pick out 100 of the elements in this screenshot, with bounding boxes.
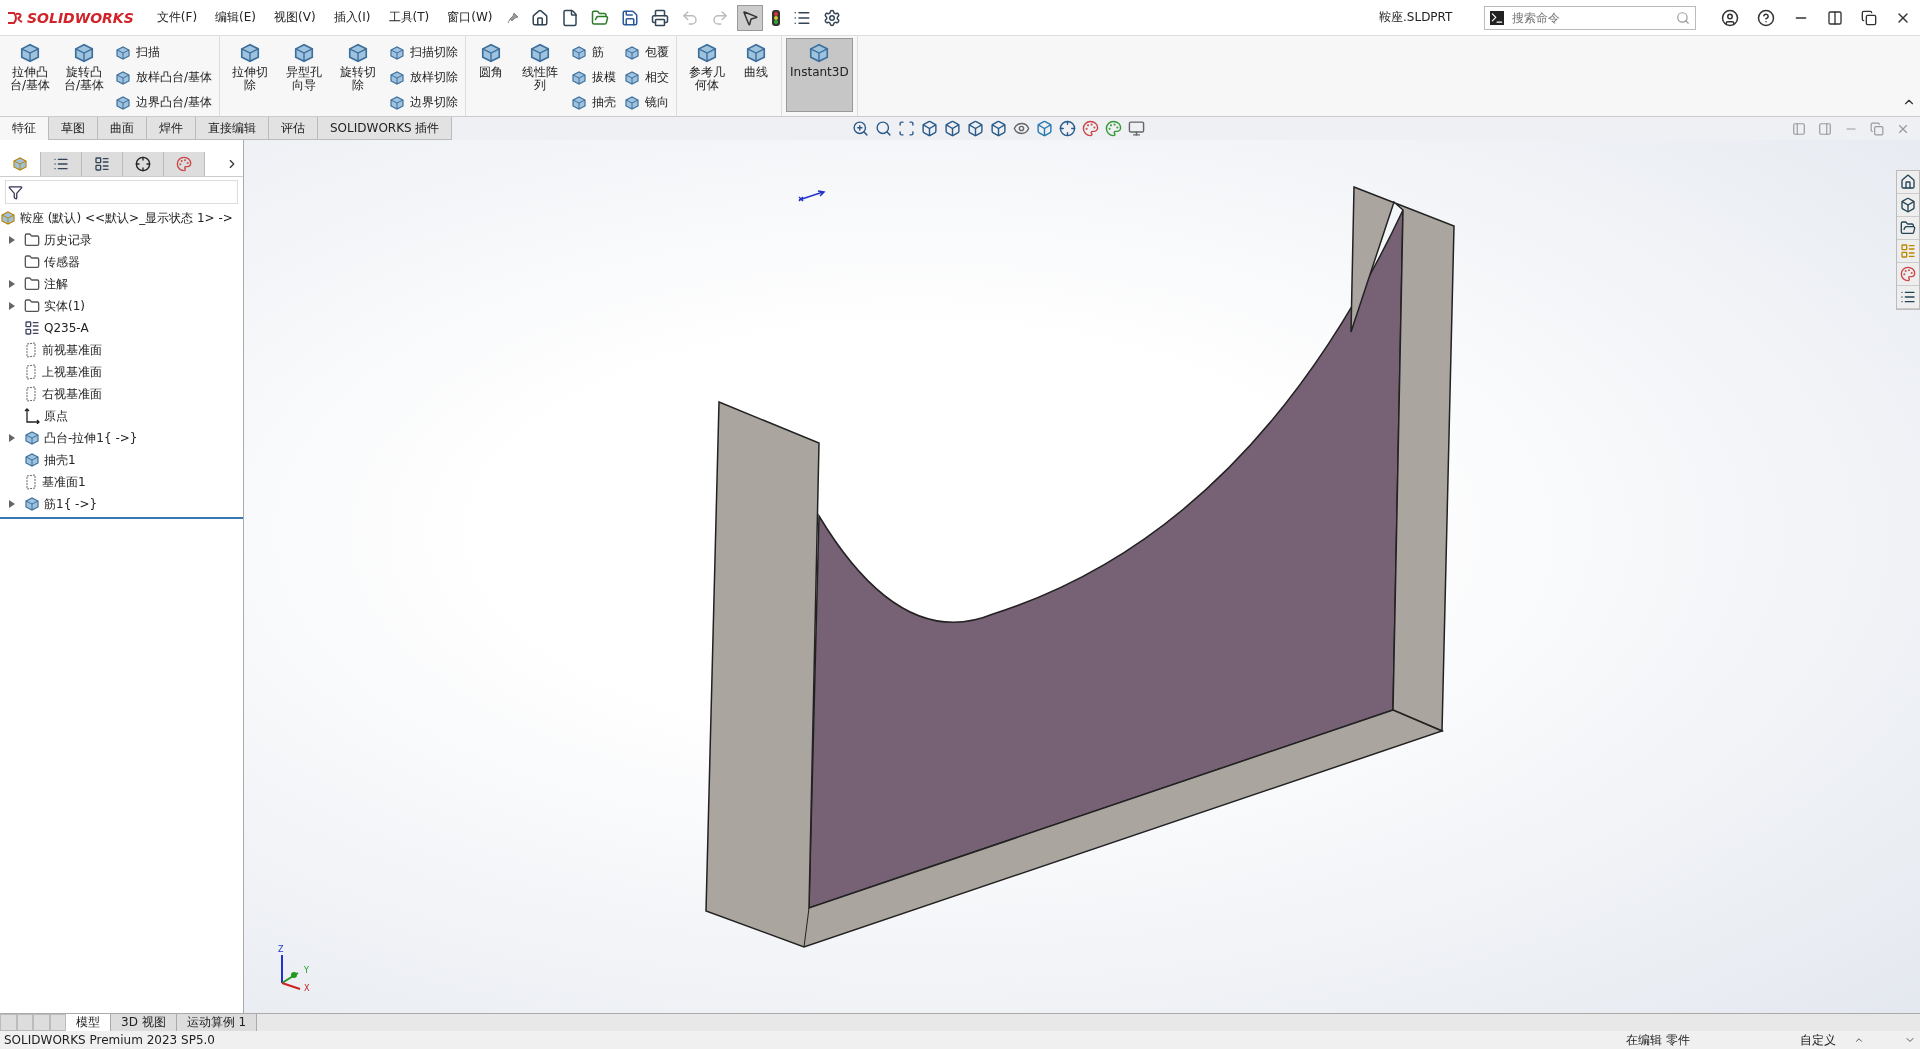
tree-item[interactable]: 注解 (44, 275, 68, 293)
zoom-area-icon[interactable] (898, 120, 916, 137)
property-list-icon[interactable] (53, 156, 69, 172)
menu-item[interactable]: 工具(T) (379, 9, 439, 26)
search-box[interactable]: 搜索命令 (1484, 5, 1696, 30)
crosshair-icon[interactable] (135, 156, 151, 172)
ribbon-button[interactable]: 扫描切除 (386, 42, 462, 63)
ribbon-button[interactable]: 放样凸台/基体 (112, 67, 216, 88)
palette-icon[interactable] (1105, 120, 1123, 137)
plane-icon (24, 474, 38, 490)
folder-icon[interactable] (1900, 220, 1916, 236)
ribbon-button[interactable]: 扫描 (112, 42, 216, 63)
ribbon-button[interactable]: 包覆 (621, 42, 673, 63)
tree-root[interactable]: 鞍座 (默认) <<默认>_显示状态 1> -> (20, 209, 233, 227)
expand-arrow-icon[interactable] (9, 236, 15, 244)
ribbon-button[interactable]: 拉伸切除 (224, 38, 277, 112)
restore-icon[interactable] (1861, 9, 1877, 26)
new-file-icon[interactable] (561, 8, 580, 27)
graphics-viewport[interactable]: Z Y X (244, 140, 1920, 1013)
tree-item[interactable]: 实体(1) (44, 297, 85, 315)
expand-arrow-icon[interactable] (9, 500, 15, 508)
tree-item[interactable]: 历史记录 (44, 231, 92, 249)
menu-item[interactable]: 插入(I) (324, 9, 380, 26)
zoom-icon[interactable] (852, 120, 870, 137)
tree-item[interactable]: Q235-A (44, 321, 89, 335)
magnifier-icon[interactable] (875, 120, 893, 137)
select-pointer-icon[interactable] (741, 8, 760, 27)
menu-item[interactable]: 文件(F) (147, 9, 207, 26)
ribbon-button[interactable]: 抽壳 (568, 92, 620, 113)
eye-icon[interactable] (1013, 120, 1031, 137)
ribbon-button[interactable]: 镜向 (621, 92, 673, 113)
units-text[interactable]: 自定义 (1800, 1031, 1836, 1049)
ribbon-button[interactable]: 异型孔向导 (278, 38, 331, 112)
user-icon[interactable] (1721, 8, 1739, 27)
command-tab[interactable]: SOLIDWORKS 插件 (318, 117, 453, 140)
ribbon-button[interactable]: 参考几何体 (681, 38, 734, 112)
caret-icon[interactable] (1854, 1035, 1864, 1045)
tree-item[interactable]: 原点 (44, 407, 68, 425)
cube-icon[interactable] (990, 120, 1008, 137)
ribbon-button[interactable]: 拔模 (568, 67, 620, 88)
command-tab[interactable]: 曲面 (98, 117, 147, 140)
cube-icon[interactable] (1900, 197, 1916, 213)
command-tab[interactable]: 直接编辑 (196, 117, 269, 140)
command-tab[interactable]: 特征 (0, 117, 49, 140)
cube-icon[interactable] (944, 120, 962, 137)
ribbon-button[interactable]: 筋 (568, 42, 620, 63)
ribbon-button[interactable]: 放样切除 (386, 67, 462, 88)
printer-icon[interactable] (651, 8, 670, 27)
ribbon-button[interactable]: 相交 (621, 67, 673, 88)
ribbon-button[interactable]: 边界切除 (386, 92, 462, 113)
help-icon[interactable] (1757, 8, 1775, 27)
tree-item[interactable]: 凸台-拉伸1{ ->} (44, 429, 138, 447)
monitor-icon[interactable] (1128, 120, 1146, 137)
ribbon-button[interactable]: 边界凸台/基体 (112, 92, 216, 113)
cube-icon[interactable] (1036, 120, 1054, 137)
command-tab[interactable]: 草图 (49, 117, 98, 140)
palette-icon[interactable] (1082, 120, 1100, 137)
library-icon[interactable] (1900, 243, 1916, 259)
menu-item[interactable]: 视图(V) (265, 9, 325, 26)
pin-icon[interactable] (507, 11, 520, 24)
filter-field[interactable] (5, 180, 238, 204)
appearance-icon[interactable] (1900, 266, 1916, 282)
model-tab[interactable]: 3D 视图 (111, 1014, 177, 1031)
expand-arrow-icon[interactable] (9, 434, 15, 442)
command-tab[interactable]: 评估 (269, 117, 318, 140)
ribbon-button[interactable]: 拉伸凸台/基体 (4, 38, 56, 112)
traffic-light-icon[interactable] (771, 8, 782, 27)
cube-icon[interactable] (967, 120, 985, 137)
expand-arrow-icon[interactable] (9, 302, 15, 310)
model-tab[interactable]: 运动算例 1 (176, 1014, 258, 1031)
home-icon[interactable] (531, 8, 550, 27)
appearance-icon[interactable] (176, 156, 192, 172)
model-tab[interactable]: 模型 (66, 1014, 111, 1031)
tree-item[interactable]: 前视基准面 (42, 341, 102, 359)
command-tab[interactable]: 焊件 (147, 117, 196, 140)
menu-item[interactable]: 窗口(W) (438, 9, 502, 26)
tree-item[interactable]: 上视基准面 (42, 363, 102, 381)
cube-icon (115, 94, 131, 111)
menu-item[interactable]: 编辑(E) (206, 9, 265, 26)
settings-icon[interactable] (823, 8, 842, 27)
ribbon-button[interactable]: 旋转凸台/基体 (58, 38, 110, 112)
tree-item[interactable]: 抽壳1 (44, 451, 76, 469)
ribbon-button[interactable]: 线性阵列 (514, 38, 567, 112)
tree-item[interactable]: 基准面1 (42, 473, 86, 491)
home-icon[interactable] (1900, 174, 1916, 190)
tree-item[interactable]: 右视基准面 (42, 385, 102, 403)
tile-icon[interactable] (1827, 9, 1843, 26)
list-icon[interactable] (1900, 289, 1916, 305)
tree-item[interactable]: 筋1{ ->} (44, 495, 98, 513)
ribbon-button[interactable]: 曲线 (735, 38, 778, 112)
ribbon-button[interactable]: Instant3D (786, 38, 853, 112)
axis-icon[interactable] (1059, 120, 1077, 137)
tree-item[interactable]: 传感器 (44, 253, 80, 271)
cube-icon[interactable] (921, 120, 939, 137)
ribbon-button[interactable]: 旋转切除 (332, 38, 385, 112)
open-folder-icon[interactable] (591, 8, 610, 27)
ribbon-button[interactable]: 圆角 (470, 38, 513, 112)
expand-arrow-icon[interactable] (9, 280, 15, 288)
config-tree-icon[interactable] (94, 156, 110, 172)
save-icon[interactable] (621, 8, 640, 27)
